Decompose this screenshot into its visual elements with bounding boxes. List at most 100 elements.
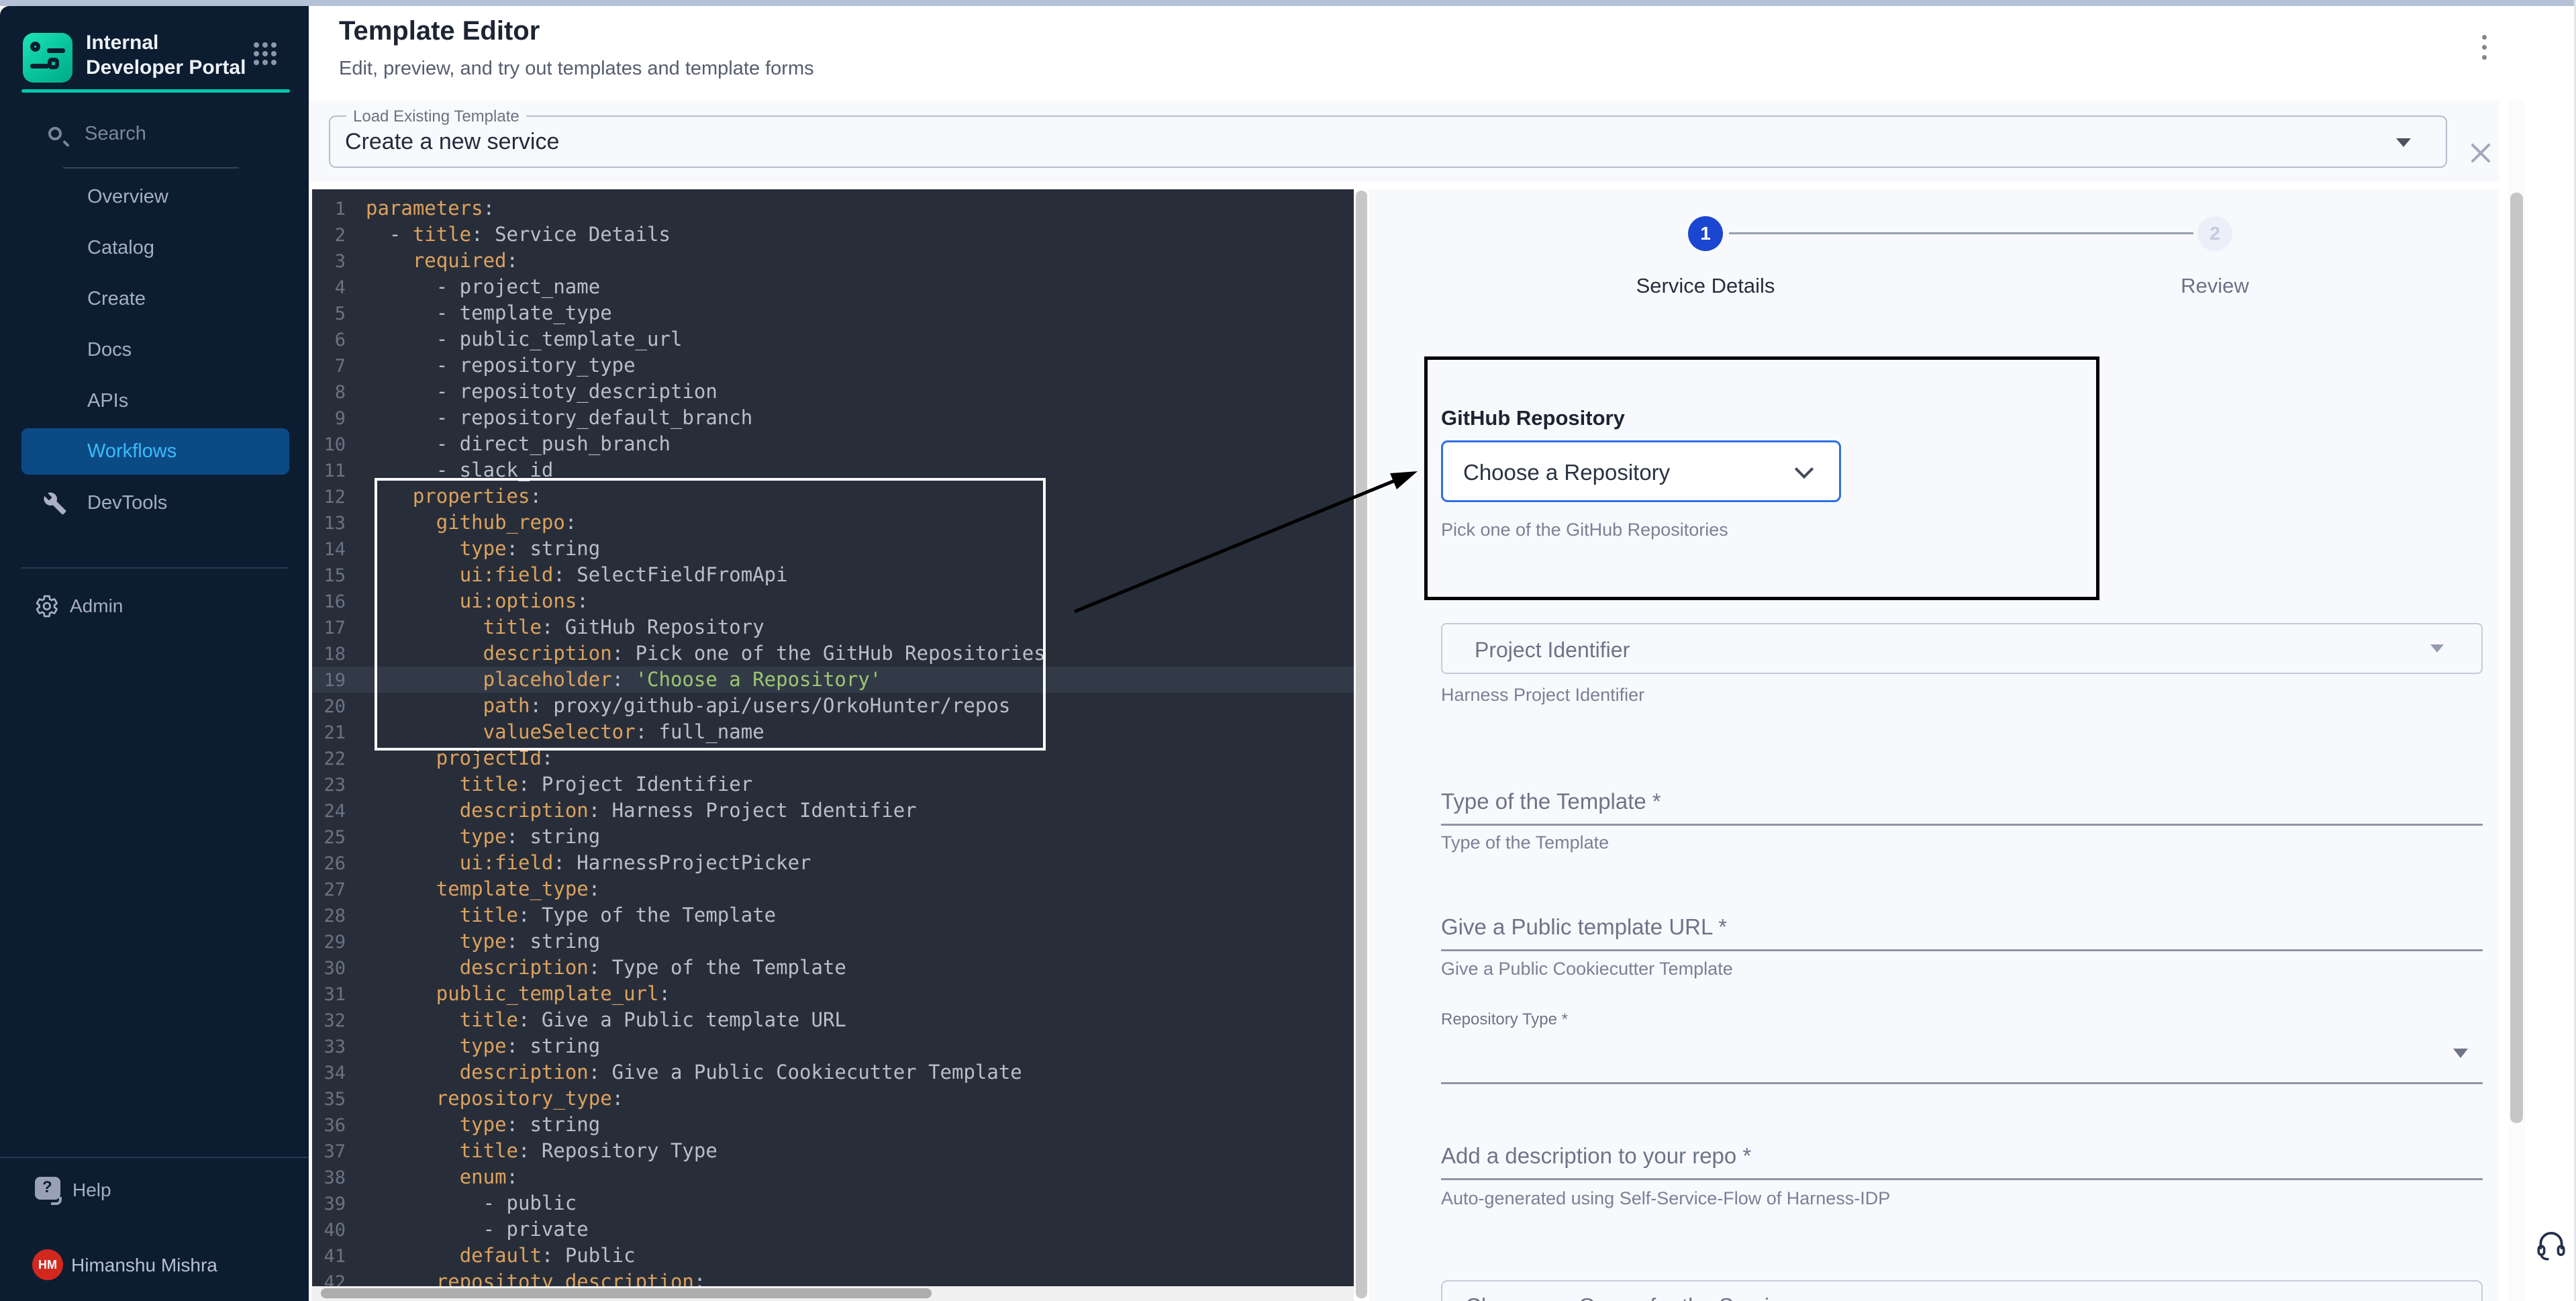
code-line-23: 23 title: Project Identifier xyxy=(312,771,1354,798)
code-text: - repository_type xyxy=(366,354,636,377)
owner-select[interactable]: Choose an Owner for the Service xyxy=(1441,1280,2483,1301)
line-number: 13 xyxy=(312,510,346,536)
code-line-26: 26 ui:field: HarnessProjectPicker xyxy=(312,850,1354,876)
page-header xyxy=(309,6,2576,101)
line-number: 9 xyxy=(312,405,346,432)
code-line-10: 10 - direct_push_branch xyxy=(312,431,1354,457)
line-number: 2 xyxy=(312,222,346,248)
line-number: 15 xyxy=(312,563,346,589)
code-text: repository_type: xyxy=(366,1087,624,1110)
code-text: - project_name xyxy=(366,275,600,298)
sidebar-item-devtools[interactable]: DevTools xyxy=(0,484,309,522)
line-number: 21 xyxy=(312,720,346,746)
line-number: 6 xyxy=(312,327,346,353)
code-line-3: 3 required: xyxy=(312,248,1354,274)
code-text: title: Repository Type xyxy=(366,1139,717,1162)
search-placeholder: Search xyxy=(85,123,146,145)
editor-hscroll-thumb[interactable] xyxy=(321,1288,932,1298)
sidebar-item-admin[interactable]: Admin xyxy=(0,587,309,625)
code-text: - template_type xyxy=(366,301,612,324)
line-number: 11 xyxy=(312,458,346,484)
user-menu[interactable]: HM Himanshu Mishra xyxy=(0,1247,309,1284)
line-number: 5 xyxy=(312,301,346,327)
line-number: 38 xyxy=(312,1165,346,1191)
sidebar-item-apis[interactable]: APIs xyxy=(0,382,309,420)
template-type-helper: Type of the Template xyxy=(1441,832,1609,853)
user-name: Himanshu Mishra xyxy=(71,1255,217,1276)
code-line-8: 8 - repositoty_description xyxy=(312,379,1354,405)
line-number: 41 xyxy=(312,1243,346,1269)
sidebar-item-overview[interactable]: Overview xyxy=(0,178,309,215)
brand-divider xyxy=(21,89,290,93)
code-line-24: 24 description: Harness Project Identifi… xyxy=(312,798,1354,824)
line-number: 22 xyxy=(312,746,346,772)
template-url-helper: Give a Public Cookiecutter Template xyxy=(1441,959,1733,979)
code-line-4: 4 - project_name xyxy=(312,274,1354,300)
code-text: - public xyxy=(366,1192,577,1214)
code-line-40: 40 - private xyxy=(312,1216,1354,1243)
search-input[interactable]: Search xyxy=(0,117,309,156)
editor-vscroll-thumb[interactable] xyxy=(1356,191,1367,1298)
line-number: 7 xyxy=(312,353,346,379)
code-text: - private xyxy=(366,1218,589,1241)
code-line-27: 27 template_type: xyxy=(312,876,1354,902)
repo-description-input[interactable] xyxy=(1441,1178,2483,1180)
sidebar-item-create[interactable]: Create xyxy=(0,280,309,318)
line-number: 18 xyxy=(312,641,346,667)
sidebar-bottom-divider xyxy=(0,1157,309,1158)
template-type-input[interactable] xyxy=(1441,824,2483,826)
code-line-9: 9 - repository_default_branch xyxy=(312,405,1354,431)
editor-vertical-scrollbar[interactable] xyxy=(1354,189,1369,1301)
dropdown-caret-icon[interactable] xyxy=(2453,1049,2468,1058)
code-line-41: 41 default: Public xyxy=(312,1243,1354,1269)
wrench-icon xyxy=(43,491,67,516)
sidebar: Internal Developer Portal Search Overvie… xyxy=(0,6,309,1301)
code-text: - repository_default_branch xyxy=(366,406,752,429)
line-number: 36 xyxy=(312,1112,346,1139)
code-text: type: string xyxy=(366,930,600,953)
line-number: 35 xyxy=(312,1086,346,1112)
kebab-menu-icon[interactable] xyxy=(2481,35,2489,64)
avatar: HM xyxy=(32,1249,63,1280)
template-url-input[interactable] xyxy=(1441,949,2483,951)
code-text: type: string xyxy=(366,1034,600,1057)
stepper-step-1[interactable]: 1 xyxy=(1688,216,1723,251)
code-text: template_type: xyxy=(366,877,600,900)
project-identifier-label: Project Identifier xyxy=(1475,638,1630,663)
repository-type-select[interactable] xyxy=(1441,1082,2483,1084)
line-number: 27 xyxy=(312,877,346,903)
code-line-6: 6 - public_template_url xyxy=(312,326,1354,352)
portal-logo-icon xyxy=(23,33,72,83)
help-button[interactable]: Help xyxy=(0,1171,309,1209)
code-text: public_template_url: xyxy=(366,982,671,1005)
code-line-39: 39 - public xyxy=(312,1190,1354,1216)
code-text: - repositoty_description xyxy=(366,380,717,403)
load-template-value: Create a new service xyxy=(345,129,559,155)
line-number: 28 xyxy=(312,903,346,929)
code-text: description: Type of the Template xyxy=(366,956,846,979)
code-line-29: 29 type: string xyxy=(312,928,1354,955)
stepper-step-2[interactable]: 2 xyxy=(2197,216,2232,251)
sidebar-item-catalog[interactable]: Catalog xyxy=(0,229,309,267)
page-vscroll-thumb[interactable] xyxy=(2510,193,2523,1123)
page-subtitle: Edit, preview, and try out templates and… xyxy=(339,58,814,80)
line-number: 26 xyxy=(312,851,346,877)
line-number: 1 xyxy=(312,196,346,222)
code-text: title: Type of the Template xyxy=(366,904,776,926)
sidebar-item-docs[interactable]: Docs xyxy=(0,331,309,369)
apps-grid-icon[interactable] xyxy=(254,42,281,69)
editor-horizontal-scrollbar[interactable] xyxy=(312,1286,1354,1301)
project-identifier-select[interactable]: Project Identifier xyxy=(1441,623,2483,674)
support-headset-icon[interactable] xyxy=(2534,1228,2568,1262)
page-vertical-scrollbar[interactable] xyxy=(2508,101,2525,1301)
line-number: 34 xyxy=(312,1060,346,1086)
code-text: - direct_push_branch xyxy=(366,432,671,455)
code-line-31: 31 public_template_url: xyxy=(312,981,1354,1007)
line-number: 24 xyxy=(312,798,346,824)
code-line-25: 25 type: string xyxy=(312,824,1354,850)
sidebar-item-workflows-selected[interactable]: Workflows xyxy=(21,428,289,475)
line-number: 32 xyxy=(312,1008,346,1034)
owner-select-label: Choose an Owner for the Service xyxy=(1465,1294,1793,1301)
close-icon[interactable] xyxy=(2469,141,2493,165)
load-existing-template-select[interactable]: Load Existing Template Create a new serv… xyxy=(329,115,2447,168)
